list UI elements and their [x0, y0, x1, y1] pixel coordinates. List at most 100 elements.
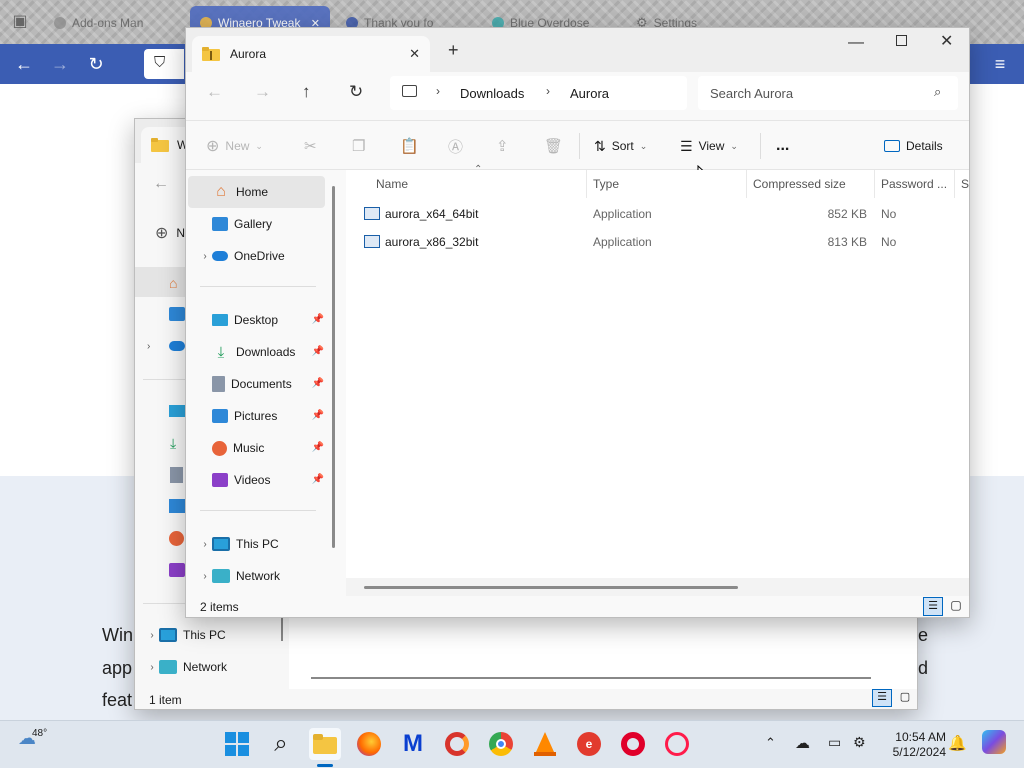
app-icon[interactable]: e [573, 728, 605, 760]
downloads-icon[interactable]: ⤓ [170, 435, 176, 452]
onedrive-icon[interactable] [169, 341, 185, 351]
forward-arrow-icon[interactable]: → [254, 82, 271, 102]
pin-icon[interactable]: 📌 [312, 442, 324, 453]
search-box[interactable]: Search Aurora ⌕ [698, 76, 958, 110]
paste-icon[interactable]: 📋 [400, 133, 419, 159]
horizontal-scrollbar[interactable] [311, 677, 871, 679]
back-icon[interactable]: ← [12, 52, 36, 76]
back-arrow-icon[interactable]: ← [153, 175, 169, 193]
copilot-icon[interactable] [982, 730, 1006, 754]
sidebar-item-documents[interactable]: Documents 📌 [198, 370, 332, 398]
details-view-icon[interactable]: ☰ [872, 689, 892, 707]
sort-button[interactable]: ⇅ Sort ⌄ [594, 133, 647, 159]
chevron-up-icon[interactable]: ⌃ [765, 735, 776, 751]
refresh-icon[interactable]: ↻ [349, 82, 363, 102]
pin-icon[interactable]: 📌 [312, 314, 324, 325]
address-bar[interactable]: ⛉ [144, 49, 184, 79]
menu-icon[interactable]: ≡ [988, 52, 1012, 76]
tiles-view-icon[interactable]: ▢ [895, 689, 915, 707]
browser-tab[interactable]: Add-ons Man [44, 6, 184, 40]
column-header-password[interactable]: Password ... [874, 170, 954, 198]
table-row[interactable]: aurora_x64_64bit Application 852 KB No [346, 200, 969, 228]
sidebar-item-network[interactable]: › Network [198, 562, 280, 590]
rename-icon[interactable]: Ⓐ [448, 133, 463, 159]
desktop-icon[interactable] [169, 405, 185, 417]
sidebar-item-home[interactable]: ⌂ Home [198, 178, 268, 206]
file-explorer-icon[interactable] [309, 728, 341, 760]
cut-icon[interactable]: ✂ [304, 133, 317, 159]
documents-icon[interactable] [170, 467, 183, 483]
tab-aurora[interactable]: Aurora ✕ [192, 36, 430, 72]
sidebar-item-gallery[interactable]: Gallery [198, 210, 272, 238]
gallery-icon[interactable] [169, 307, 185, 321]
nav-scrollbar[interactable] [332, 186, 335, 548]
workspaces-icon[interactable]: ▣ [8, 10, 32, 34]
sidebar-item-desktop[interactable]: Desktop 📌 [198, 306, 332, 334]
start-icon[interactable] [221, 728, 253, 760]
page-text: Win [102, 625, 133, 645]
new-tab-icon[interactable]: + [448, 40, 459, 61]
column-header-type[interactable]: Type [586, 170, 746, 198]
horizontal-scrollbar[interactable] [364, 586, 738, 589]
new-button[interactable]: ⊕ New ⌄ [206, 133, 263, 159]
search-icon[interactable]: ⌕ [265, 728, 297, 760]
home-icon[interactable]: ⌂ [169, 275, 177, 291]
details-view-icon[interactable]: ☰ [923, 597, 943, 616]
column-header-name[interactable]: Name [370, 170, 586, 198]
breadcrumb[interactable]: › Downloads › Aurora [390, 76, 687, 110]
notification-bell-icon[interactable]: 🔔 [948, 734, 967, 752]
breadcrumb-aurora[interactable]: Aurora [570, 86, 609, 101]
share-icon[interactable]: ⇪ [496, 133, 509, 159]
back-arrow-icon[interactable]: ← [206, 82, 223, 102]
pin-icon[interactable]: 📌 [312, 474, 324, 485]
close-icon[interactable]: ✕ [940, 31, 953, 51]
opera-gx-icon[interactable] [661, 728, 693, 760]
network-status-icon[interactable]: ⚙ [853, 734, 866, 751]
table-row[interactable]: aurora_x86_32bit Application 813 KB No [346, 228, 969, 256]
close-tab-icon[interactable]: ✕ [409, 46, 420, 62]
sidebar-item-downloads[interactable]: ⤓ Downloads 📌 [198, 338, 332, 366]
column-header-size[interactable]: Si [954, 170, 969, 198]
details-button[interactable]: Details [884, 133, 943, 159]
minimize-icon[interactable]: — [848, 34, 864, 52]
back-nav-item-network[interactable]: › Network [145, 653, 227, 681]
pin-icon[interactable]: 📌 [312, 378, 324, 389]
sidebar-item-music[interactable]: Music 📌 [198, 434, 332, 462]
explorer-window[interactable]: Aurora ✕ + — ✕ ← → ↑ ↻ › Downloads › Aur… [185, 27, 970, 618]
tiles-view-icon[interactable]: ▢ [946, 597, 966, 616]
search-input[interactable]: Search Aurora [710, 86, 793, 101]
firefox-icon[interactable] [353, 728, 385, 760]
onedrive-offline-icon[interactable]: ☁ [795, 734, 810, 752]
back-new-button[interactable]: ⊕ N [155, 223, 185, 243]
vlc-icon[interactable] [529, 728, 561, 760]
clock[interactable]: 10:54 AM 5/12/2024 [878, 730, 946, 760]
view-button[interactable]: ☰ View ⌄ [680, 133, 738, 159]
malwarebytes-icon[interactable]: M [397, 728, 429, 760]
sidebar-item-onedrive[interactable]: › OneDrive [198, 242, 284, 270]
forward-icon[interactable]: → [48, 52, 72, 76]
column-header-compressed-size[interactable]: Compressed size [746, 170, 874, 198]
up-arrow-icon[interactable]: ↑ [302, 82, 311, 102]
videos-icon[interactable] [169, 563, 185, 577]
back-nav-item-this-pc[interactable]: › This PC [145, 621, 226, 649]
delete-icon[interactable]: 🗑 [544, 133, 563, 159]
sidebar-item-this-pc[interactable]: › This PC [198, 530, 279, 558]
maximize-icon[interactable] [896, 35, 907, 46]
music-icon[interactable] [169, 531, 184, 546]
devices-icon[interactable]: ▭ [828, 734, 841, 751]
chrome-icon[interactable] [485, 728, 517, 760]
reload-icon[interactable]: ↻ [84, 52, 108, 76]
copy-icon[interactable]: ❐ [352, 133, 365, 159]
pictures-icon[interactable] [169, 499, 185, 513]
pin-icon[interactable]: 📌 [312, 410, 324, 421]
sidebar-item-pictures[interactable]: Pictures 📌 [198, 402, 332, 430]
weather-widget[interactable]: ☁ 48° [18, 728, 47, 749]
chevron-right-icon[interactable]: › [147, 341, 150, 352]
nav-scrollbar[interactable] [281, 615, 283, 641]
ccleaner-icon[interactable] [441, 728, 473, 760]
pin-icon[interactable]: 📌 [312, 346, 324, 357]
more-options-button[interactable]: ... [776, 133, 789, 159]
sidebar-item-videos[interactable]: Videos 📌 [198, 466, 332, 494]
breadcrumb-downloads[interactable]: Downloads [460, 86, 524, 101]
opera-icon[interactable] [617, 728, 649, 760]
